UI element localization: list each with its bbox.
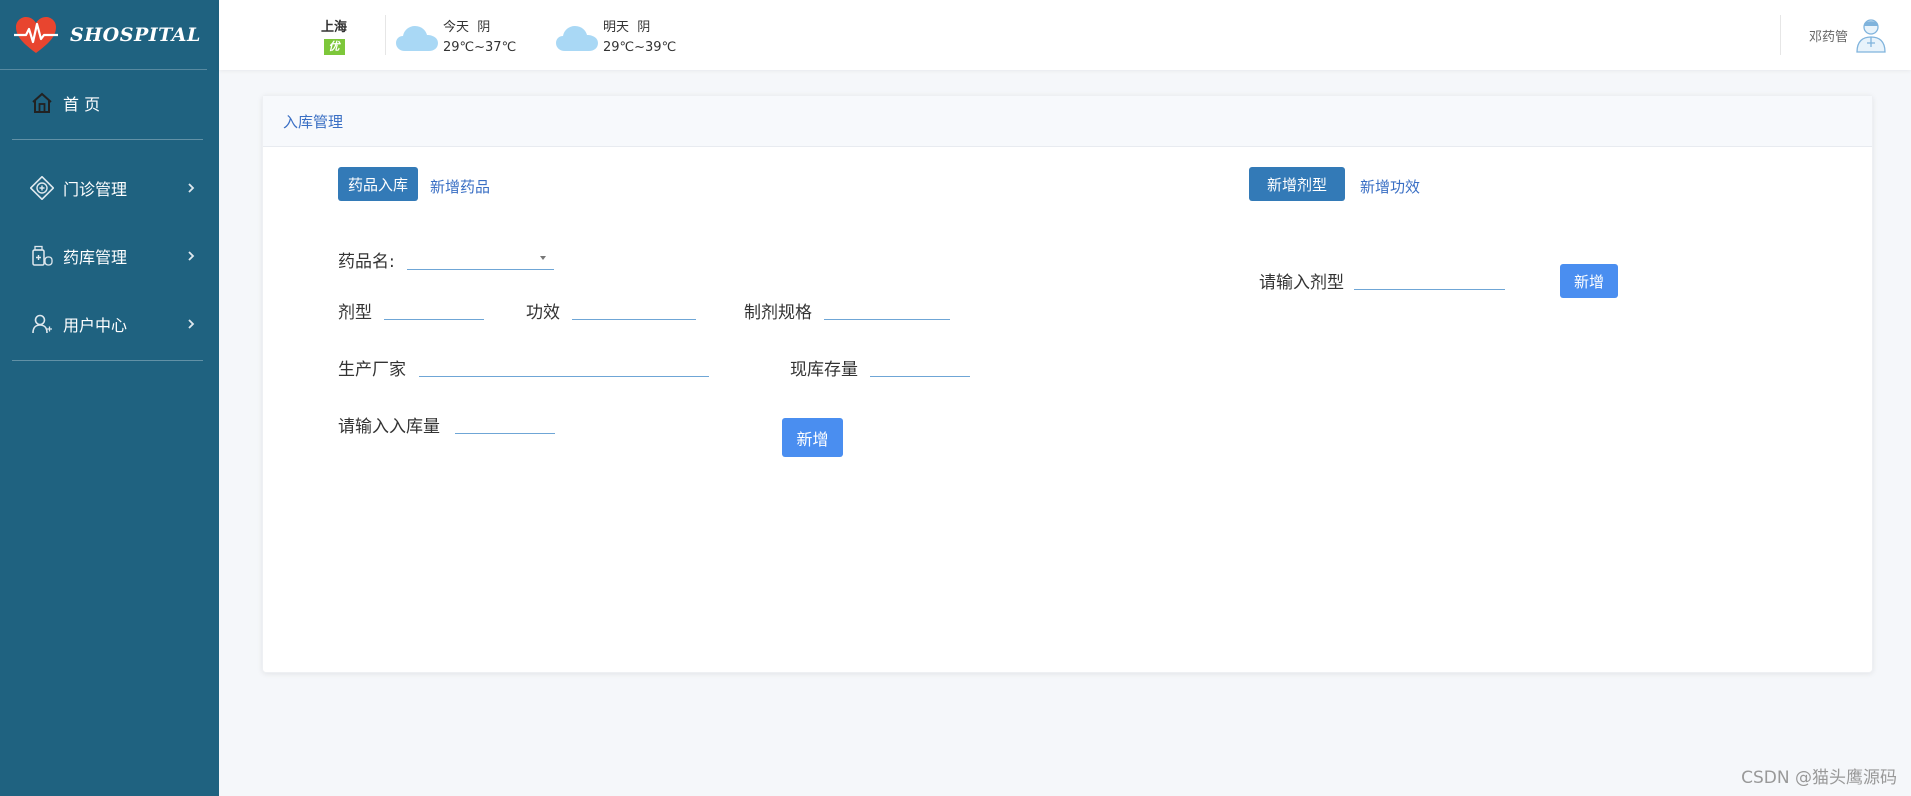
stock-input[interactable] — [870, 353, 970, 377]
drug-name-select[interactable] — [407, 246, 554, 270]
cloud-icon — [556, 26, 598, 51]
dosage-form-input[interactable] — [384, 296, 484, 320]
tab-add-drug[interactable]: 新增药品 — [430, 176, 490, 197]
stock-label: 现库存量 — [790, 360, 858, 380]
tomorrow-temp: 29℃~39℃ — [603, 40, 677, 55]
tab-drug-stock-in[interactable]: 药品入库 — [338, 167, 418, 201]
spec-input[interactable] — [824, 296, 950, 320]
add-stock-button[interactable]: 新增 — [782, 418, 843, 457]
sidebar-item-label: 药库管理 — [63, 248, 128, 267]
today-condition: 阴 — [477, 20, 491, 35]
user-icon — [29, 311, 55, 337]
sidebar-item-pharmacy[interactable]: 药库管理 — [12, 223, 203, 289]
weather-city: 上海 优 — [317, 16, 351, 55]
stock-in-card: 入库管理 药品入库 新增药品 药品名: 剂型 功效 制剂规格 生产厂家 现库存量… — [262, 95, 1873, 673]
logo-text: SHOSPITAL — [70, 23, 201, 46]
tab-add-efficacy[interactable]: 新增功效 — [1360, 176, 1420, 197]
divider — [12, 360, 203, 361]
card-title: 入库管理 — [283, 112, 344, 131]
weather-tomorrow: 明天 阴 29℃~39℃ — [555, 18, 676, 58]
today-label: 今天 — [443, 20, 470, 35]
weather-today: 今天 阴 29℃~37℃ — [395, 18, 516, 58]
cloud-icon — [396, 26, 438, 51]
dosage-form-label: 剂型 — [338, 303, 372, 323]
sidebar: SHOSPITAL 首 页 门诊管理 药库管理 用户中心 — [0, 0, 219, 796]
manufacturer-label: 生产厂家 — [338, 360, 406, 380]
add-dosage-form-button[interactable]: 新增 — [1560, 264, 1618, 298]
today-temp: 29℃~37℃ — [443, 40, 517, 55]
dosage-form-name-input[interactable] — [1354, 266, 1505, 290]
top-header: 上海 优 今天 阴 29℃~37℃ 明天 阴 29℃~39℃ 邓药管 — [219, 0, 1911, 70]
efficacy-label: 功效 — [526, 303, 560, 323]
card-header: 入库管理 — [263, 96, 1872, 147]
home-icon — [29, 90, 55, 116]
chevron-right-icon — [188, 319, 195, 329]
tab-add-dosage-form[interactable]: 新增剂型 — [1249, 167, 1345, 201]
quantity-label: 请输入入库量 — [338, 417, 440, 437]
logo[interactable]: SHOSPITAL — [0, 0, 207, 70]
efficacy-input[interactable] — [572, 296, 696, 320]
sidebar-item-clinic[interactable]: 门诊管理 — [12, 155, 203, 221]
spec-label: 制剂规格 — [744, 303, 812, 323]
chevron-right-icon — [188, 183, 195, 193]
divider — [1780, 15, 1781, 55]
clinic-icon — [29, 175, 55, 201]
sidebar-item-user-center[interactable]: 用户中心 — [12, 291, 203, 357]
divider — [12, 139, 203, 140]
tomorrow-label: 明天 — [603, 20, 630, 35]
dosage-form-name-label: 请输入剂型 — [1259, 273, 1344, 293]
aqi-badge: 优 — [323, 39, 345, 55]
user-name[interactable]: 邓药管 — [1809, 26, 1848, 45]
quantity-input[interactable] — [455, 410, 555, 434]
divider — [385, 15, 386, 55]
sidebar-item-home[interactable]: 首 页 — [12, 70, 203, 136]
watermark: CSDN @猫头鹰源码 — [1741, 768, 1897, 788]
sidebar-item-label: 用户中心 — [63, 316, 128, 335]
sidebar-item-label: 门诊管理 — [63, 180, 128, 199]
tomorrow-condition: 阴 — [637, 20, 651, 35]
doctor-avatar-icon[interactable] — [1855, 17, 1887, 53]
manufacturer-input[interactable] — [419, 353, 709, 377]
chevron-right-icon — [188, 251, 195, 261]
drug-name-label: 药品名: — [338, 252, 395, 272]
heart-pulse-icon — [14, 16, 58, 53]
caret-down-icon — [540, 256, 546, 260]
pharmacy-icon — [29, 243, 55, 269]
city-name: 上海 — [320, 20, 347, 35]
sidebar-item-label: 首 页 — [63, 95, 101, 114]
